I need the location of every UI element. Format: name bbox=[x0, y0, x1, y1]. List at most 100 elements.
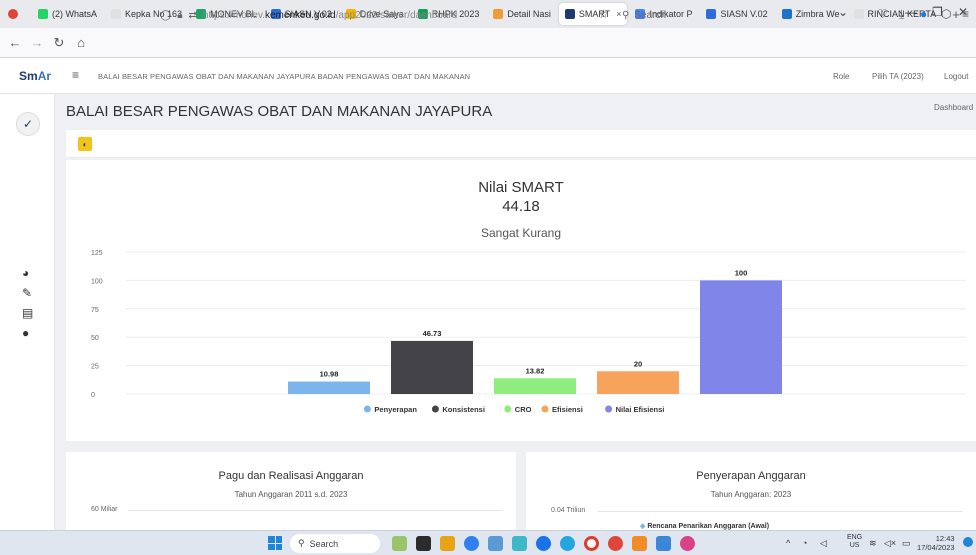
browser-search-placeholder: Search bbox=[634, 9, 667, 21]
penyerapan-axis-top: 0.04 Triliun bbox=[551, 507, 586, 514]
pocket-icon[interactable]: ♡ bbox=[877, 7, 888, 21]
book-icon[interactable]: ▤ bbox=[22, 306, 33, 320]
hamburger-menu-icon[interactable]: ≡ bbox=[72, 68, 79, 82]
role-menu[interactable]: Role bbox=[833, 72, 849, 81]
minimize-icon[interactable]: — bbox=[905, 5, 917, 19]
penyerapan-card: Penyerapan Anggaran Tahun Anggaran: 2023… bbox=[526, 452, 976, 530]
account-icon[interactable]: ● bbox=[920, 7, 927, 21]
edge-icon[interactable] bbox=[464, 536, 479, 551]
app-icon[interactable] bbox=[512, 536, 527, 551]
firefox-dev-icon[interactable] bbox=[680, 536, 695, 551]
task-view-icon[interactable] bbox=[416, 536, 431, 551]
url-bar[interactable]: ◯ 🔒︎ ⇄ https://monev. kemenkeu.go.id/app2… bbox=[160, 4, 630, 26]
y-tick-label: 75 bbox=[91, 307, 99, 314]
y-tick-label: 50 bbox=[91, 335, 99, 342]
legend-marker bbox=[504, 405, 512, 413]
bar-penyerapan bbox=[288, 381, 370, 394]
legend-marker bbox=[363, 405, 371, 413]
opera-icon[interactable] bbox=[584, 536, 599, 551]
clock-time: 12:43 bbox=[935, 534, 955, 543]
reload-icon[interactable]: ↻ bbox=[48, 35, 70, 51]
y-tick-label: 25 bbox=[91, 364, 99, 371]
browser-tab[interactable]: (2) WhatsA bbox=[32, 3, 103, 25]
word-icon[interactable] bbox=[656, 536, 671, 551]
permissions-icon[interactable]: ⇄ bbox=[189, 10, 197, 21]
url-path: /app2023/satker/dashboard bbox=[335, 9, 458, 21]
notification-icon[interactable] bbox=[963, 537, 973, 547]
smart-logo[interactable]: SmAr bbox=[19, 69, 51, 83]
header-org-title: BALAI BESAR PENGAWAS OBAT DAN MAKANAN JA… bbox=[98, 72, 471, 81]
chrome-icon[interactable] bbox=[536, 536, 551, 551]
wifi-icon[interactable]: ≋ bbox=[869, 538, 877, 549]
page-title: BALAI BESAR PENGAWAS OBAT DAN MAKANAN JA… bbox=[66, 103, 493, 120]
tray-location-icon[interactable]: ◁ bbox=[820, 538, 827, 549]
pagu-card: Pagu dan Realisasi Anggaran Tahun Anggar… bbox=[66, 452, 516, 530]
breadcrumb[interactable]: Dashboard bbox=[934, 103, 973, 112]
bar-value-label: 100 bbox=[735, 268, 748, 277]
menu-icon[interactable]: ≡ bbox=[962, 7, 969, 21]
pagu-axis-top: 60 Miliar bbox=[91, 506, 118, 513]
bar-nilai-efisiensi bbox=[700, 280, 782, 394]
pagu-card-title: Pagu dan Realisasi Anggaran bbox=[218, 470, 364, 482]
penyerapan-card-subtitle: Tahun Anggaran: 2023 bbox=[710, 490, 792, 499]
browser-tab[interactable]: RINCIAN KERTA bbox=[848, 3, 943, 25]
legend-label: Konsistensi bbox=[442, 405, 485, 414]
dashboard-gauge-icon[interactable]: ◕ bbox=[22, 266, 29, 280]
language-indicator[interactable]: ENG US bbox=[847, 534, 862, 550]
bar-value-label: 10.98 bbox=[320, 370, 339, 379]
search-icon: ⚲ bbox=[622, 9, 630, 21]
logout-link[interactable]: Logout bbox=[944, 72, 968, 81]
store-icon[interactable] bbox=[488, 536, 503, 551]
smart-bar-chart: 0 25 50 75 100 125 10.98 46.73 13.82 20 100 Penyera… bbox=[91, 250, 966, 414]
battery-icon[interactable]: ▭ bbox=[902, 538, 911, 549]
penyerapan-legend-label: Rencana Penarikan Anggaran (Awal) bbox=[647, 523, 770, 530]
download-icon[interactable]: ⤓ bbox=[899, 7, 904, 22]
back-icon[interactable]: ← bbox=[4, 35, 26, 50]
language-bottom: US bbox=[849, 542, 860, 549]
firefox-icon[interactable] bbox=[608, 536, 623, 551]
taskbar-search[interactable]: ⚲ Search bbox=[290, 534, 380, 553]
smart-chart-card: Nilai SMART 44.18 Sangat Kurang 0 25 50 75 1… bbox=[66, 160, 976, 441]
pagu-gridline bbox=[128, 510, 503, 511]
app-header: SmAr ≡ BALAI BESAR PENGAWAS OBAT DAN MAK… bbox=[0, 58, 976, 94]
penyerapan-card-title: Penyerapan Anggaran bbox=[696, 470, 806, 482]
extensions-icon[interactable]: ⬡ bbox=[941, 7, 951, 21]
taskbar-clock[interactable]: 12:43 17/04/2023 bbox=[917, 534, 955, 552]
app-circle-icon[interactable] bbox=[560, 536, 575, 551]
penyerapan-gridline bbox=[598, 511, 963, 512]
app-orange-icon[interactable] bbox=[632, 536, 647, 551]
url-domain: kemenkeu.go.id bbox=[265, 9, 336, 21]
year-select[interactable]: Pilih TA (2023) bbox=[872, 72, 924, 81]
pagu-card-subtitle: Tahun Anggaran 2011 s.d. 2023 bbox=[234, 490, 348, 499]
refresh-icon[interactable]: ◐ bbox=[78, 137, 92, 151]
legend-label: Penyerapan bbox=[374, 405, 417, 414]
clock-date: 17/04/2023 bbox=[917, 543, 955, 552]
toolbar-strip: ◐ bbox=[66, 130, 976, 158]
user-icon[interactable]: ● bbox=[22, 326, 29, 340]
browser-nav-bar: ← → ↻ ⌂ bbox=[0, 28, 976, 58]
legend-label: Efisiensi bbox=[552, 405, 583, 414]
legend-marker bbox=[605, 405, 613, 413]
org-avatar[interactable]: ✓ bbox=[16, 112, 40, 136]
widgets-icon[interactable] bbox=[392, 536, 407, 551]
edit-icon[interactable]: ✎ bbox=[22, 286, 32, 300]
home-icon[interactable]: ⌂ bbox=[70, 35, 92, 50]
url-prefix: https://monev. bbox=[202, 9, 265, 21]
bar-efisiensi bbox=[597, 371, 679, 394]
browser-app-icon[interactable] bbox=[8, 9, 18, 19]
tray-chevron-icon[interactable]: ^ bbox=[786, 538, 790, 548]
bar-value-label: 46.73 bbox=[423, 329, 442, 338]
windows-start-icon[interactable] bbox=[268, 536, 282, 550]
y-tick-label: 125 bbox=[91, 250, 103, 257]
smart-score: 44.18 bbox=[502, 198, 540, 215]
y-tick-label: 100 bbox=[91, 278, 103, 285]
logo-text-b: Ar bbox=[37, 69, 52, 83]
file-explorer-icon[interactable] bbox=[440, 536, 455, 551]
tray-app-icon[interactable]: ◔ bbox=[802, 538, 807, 548]
legend-label: Nilai Efisiensi bbox=[616, 405, 665, 414]
browser-search-input[interactable]: ⚲ Search bbox=[622, 4, 852, 26]
forward-icon[interactable]: → bbox=[26, 35, 48, 50]
tab-label: (2) WhatsA bbox=[52, 9, 98, 19]
bookmark-star-icon[interactable]: ☆ bbox=[598, 7, 609, 21]
volume-icon[interactable]: ◁× bbox=[884, 538, 896, 549]
